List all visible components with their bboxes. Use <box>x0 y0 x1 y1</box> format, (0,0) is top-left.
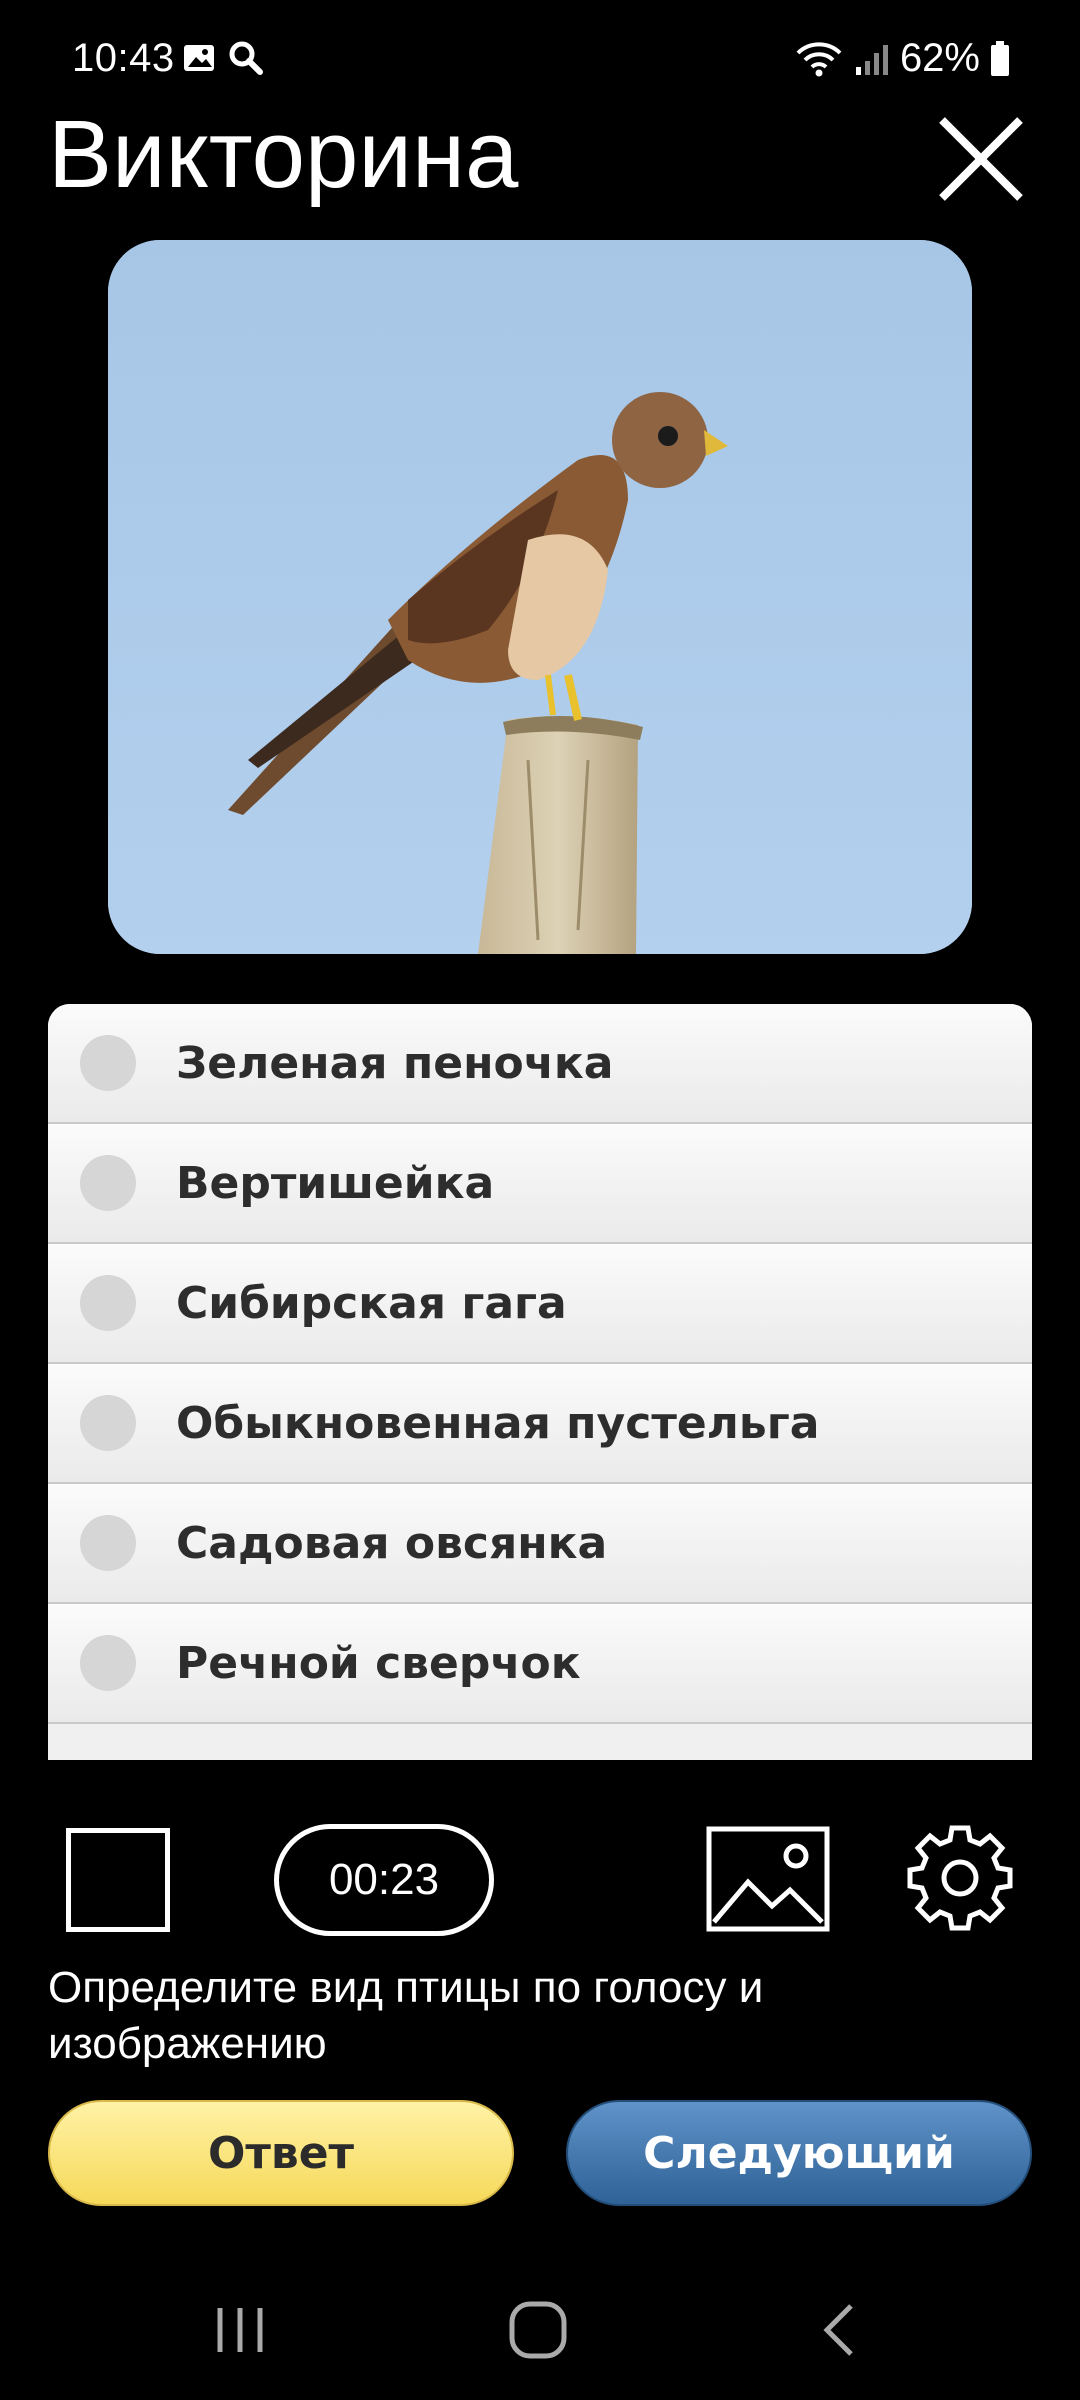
navigation-bar <box>0 2280 1080 2400</box>
back-button[interactable] <box>790 2280 890 2380</box>
option-item[interactable]: Зеленая пеночка <box>48 1004 1032 1124</box>
wifi-icon <box>796 41 842 76</box>
timer-value: 00:23 <box>328 1855 440 1904</box>
option-label: Зеленая пеночка <box>176 1037 614 1089</box>
page-title: Викторина <box>48 101 519 208</box>
recent-apps-icon <box>217 2308 263 2352</box>
option-label: Сибирская гага <box>176 1277 567 1329</box>
close-button[interactable] <box>934 112 1028 206</box>
home-button[interactable] <box>488 2280 588 2380</box>
radio-button[interactable] <box>80 1155 136 1211</box>
option-item[interactable]: Обыкновенная пустельга <box>48 1364 1032 1484</box>
option-item[interactable]: Садовая овсянка <box>48 1484 1032 1604</box>
recent-apps-button[interactable] <box>190 2280 290 2380</box>
option-item[interactable]: Вертишейка <box>48 1124 1032 1244</box>
status-time: 10:43 <box>72 36 175 80</box>
option-label: Обыкновенная пустельга <box>176 1397 820 1449</box>
image-icon <box>706 1826 830 1932</box>
image-notification-icon <box>184 45 214 71</box>
radio-button[interactable] <box>80 1515 136 1571</box>
close-icon <box>939 117 1023 201</box>
timer: 00:23 <box>274 1824 494 1936</box>
option-item[interactable]: Сибирская гага <box>48 1244 1032 1364</box>
signal-icon <box>855 44 888 75</box>
radio-button[interactable] <box>80 1635 136 1691</box>
answer-button[interactable]: Ответ <box>48 2100 514 2206</box>
answer-options-list: Зеленая пеночка Вертишейка Сибирская гаг… <box>48 1004 1032 1760</box>
status-notification-icons <box>182 40 264 76</box>
next-button-label: Следующий <box>643 2127 955 2179</box>
option-label: Речной сверчок <box>176 1637 581 1689</box>
radio-button[interactable] <box>80 1275 136 1331</box>
answer-button-label: Ответ <box>207 2127 355 2179</box>
back-icon <box>823 2304 853 2356</box>
gear-icon <box>907 1825 1013 1931</box>
battery-icon <box>991 40 1009 76</box>
image-toggle-button[interactable] <box>706 1826 830 1932</box>
radio-button[interactable] <box>80 1395 136 1451</box>
home-icon <box>509 2301 567 2359</box>
next-button[interactable]: Следующий <box>566 2100 1032 2206</box>
radio-button[interactable] <box>80 1035 136 1091</box>
option-label: Вертишейка <box>176 1157 495 1209</box>
bird-photo <box>108 240 972 954</box>
battery-percent: 62% <box>899 36 980 80</box>
bird-illustration <box>108 240 972 954</box>
settings-button[interactable] <box>904 1822 1016 1934</box>
option-label: Садовая овсянка <box>176 1517 608 1569</box>
search-icon <box>229 41 263 75</box>
option-item[interactable]: Речной сверчок <box>48 1604 1032 1724</box>
instruction-text: Определите вид птицы по голосу и изображ… <box>48 1963 764 2068</box>
status-right: 62% <box>794 36 1010 81</box>
stop-button[interactable] <box>66 1828 170 1932</box>
